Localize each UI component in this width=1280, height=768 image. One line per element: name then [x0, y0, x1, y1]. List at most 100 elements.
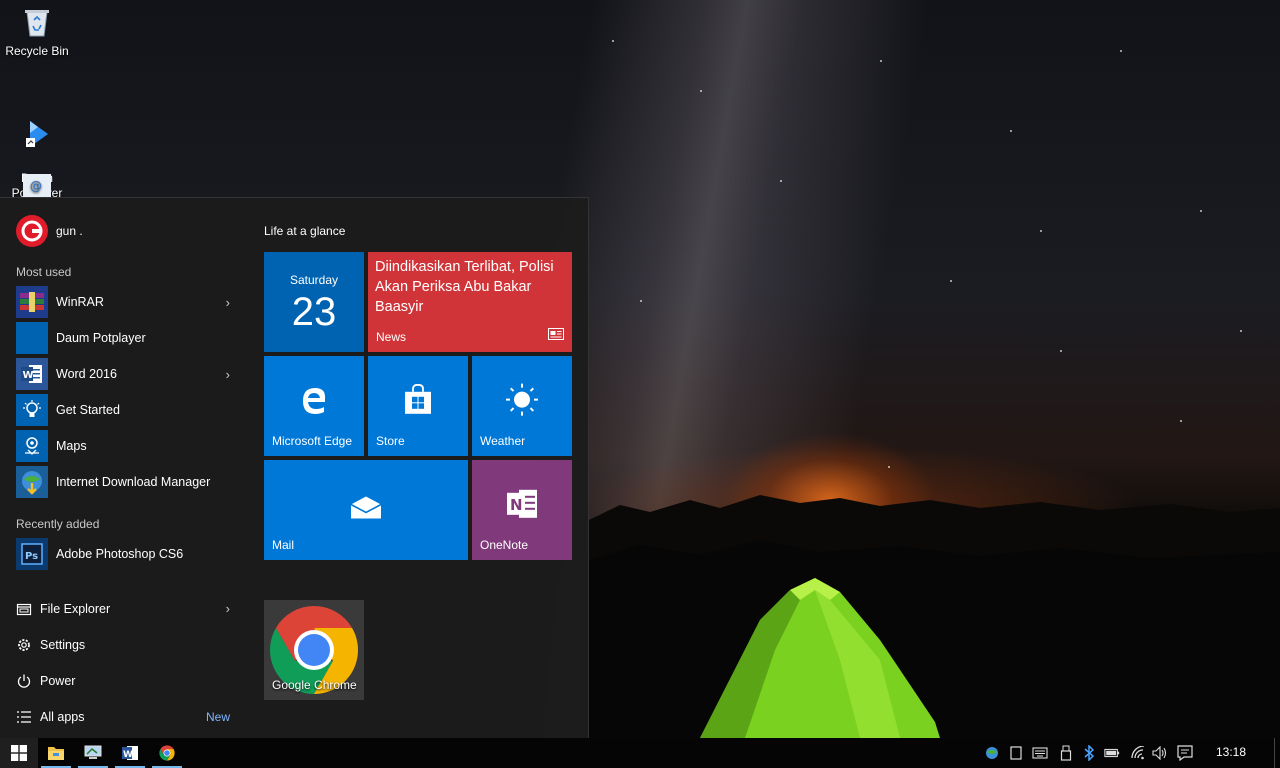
potplayer-icon — [0, 103, 74, 154]
taskbar-clock[interactable]: 13:18 — [1216, 745, 1246, 759]
taskbar-word[interactable]: W — [111, 738, 149, 768]
list-icon — [16, 709, 32, 725]
app-label: Internet Download Manager — [56, 475, 211, 489]
power-button[interactable]: Power — [16, 667, 232, 695]
star — [1040, 230, 1042, 232]
google-chrome-tile[interactable]: Google Chrome — [264, 600, 364, 700]
microsoft-edge-tile[interactable]: Microsoft Edge — [264, 356, 364, 456]
windows-logo-icon — [11, 745, 27, 761]
folder-icon — [48, 747, 64, 760]
star — [1120, 50, 1122, 52]
settings-label: Settings — [40, 638, 86, 652]
svg-text:N: N — [510, 496, 523, 514]
svg-text:W: W — [23, 370, 34, 381]
app-item-maps[interactable]: Maps — [16, 430, 232, 462]
chevron-right-icon[interactable]: › — [226, 295, 230, 310]
news-label: News — [376, 330, 407, 344]
file-explorer-label: File Explorer — [40, 602, 111, 616]
tray-bluetooth-icon[interactable] — [1081, 745, 1097, 761]
star — [888, 466, 890, 468]
recycle-bin-label: Recycle Bin — [5, 44, 69, 58]
onenote-icon: N — [505, 488, 539, 525]
chevron-right-icon[interactable]: › — [226, 601, 230, 616]
star — [700, 90, 702, 92]
show-desktop-button[interactable] — [1274, 738, 1280, 768]
word-icon: W — [122, 746, 138, 760]
svg-text:Ps: Ps — [25, 551, 38, 562]
calendar-tile[interactable]: Saturday 23 — [264, 252, 364, 352]
action-center-icon[interactable] — [1177, 745, 1193, 761]
computer-network-icon — [84, 745, 102, 759]
photoshop-icon: Ps — [16, 538, 48, 570]
power-label: Power — [40, 674, 76, 688]
tray-wifi-icon[interactable] — [1130, 745, 1146, 761]
star — [1180, 420, 1182, 422]
recycle-bin-desktop-icon[interactable]: Recycle Bin — [0, 6, 74, 59]
mail-envelope-icon — [350, 496, 382, 525]
all-apps-label: All apps — [40, 710, 85, 724]
app-item-winrar[interactable]: WinRAR › — [16, 286, 232, 318]
app-label: Word 2016 — [56, 367, 117, 381]
weather-label: Weather — [480, 434, 526, 448]
taskbar: W 13:18 — [0, 738, 1280, 768]
star — [780, 180, 782, 182]
calendar-day: Saturday — [289, 273, 339, 287]
taskbar-app-network[interactable] — [74, 738, 112, 768]
tray-tablet-icon[interactable] — [1008, 745, 1024, 761]
recycle-bin-icon — [0, 6, 74, 42]
start-button[interactable] — [0, 738, 38, 768]
user-name: gun . — [56, 224, 83, 238]
avatar — [16, 215, 48, 247]
tray-battery-icon[interactable] — [1104, 745, 1120, 761]
svg-text:W: W — [123, 750, 133, 760]
new-badge: New — [205, 710, 230, 724]
calendar-date: 23 — [291, 290, 337, 334]
tray-usb-drive-icon[interactable] — [1058, 745, 1074, 761]
chevron-right-icon[interactable]: › — [226, 367, 230, 382]
svg-text:@: @ — [30, 179, 42, 193]
lightbulb-icon — [16, 394, 48, 426]
start-menu: gun . Most used WinRAR › Daum Potplayer — [0, 197, 589, 738]
word-icon: W — [16, 358, 48, 390]
app-item-internet-download-manager[interactable]: Internet Download Manager — [16, 466, 232, 498]
onenote-label: OneNote — [480, 538, 529, 552]
app-item-get-started[interactable]: Get Started — [16, 394, 232, 426]
tray-keyboard-icon[interactable] — [1032, 745, 1048, 761]
all-apps-button[interactable]: All apps New — [16, 703, 232, 731]
store-bag-icon — [403, 383, 433, 421]
app-item-adobe-photoshop-cs6[interactable]: Ps Adobe Photoshop CS6 — [16, 538, 232, 570]
app-item-daum-potplayer[interactable]: Daum Potplayer — [16, 322, 232, 354]
app-label: Get Started — [56, 403, 120, 417]
user-account-button[interactable]: gun . — [16, 215, 83, 247]
news-headline: Diindikasikan Terlibat, Polisi Akan Peri… — [375, 259, 554, 315]
taskbar-file-explorer[interactable] — [37, 738, 75, 768]
sun-icon — [505, 383, 539, 422]
news-tile[interactable]: Diindikasikan Terlibat, Polisi Akan Peri… — [368, 252, 572, 352]
app-item-word-2016[interactable]: W Word 2016 › — [16, 358, 232, 390]
mail-label: Mail — [272, 538, 295, 552]
file-explorer-button[interactable]: File Explorer › — [16, 595, 232, 623]
onenote-tile[interactable]: N OneNote — [472, 460, 572, 560]
tray-idm-icon[interactable] — [984, 745, 1000, 761]
settings-button[interactable]: Settings — [16, 631, 232, 659]
taskbar-chrome[interactable] — [148, 738, 186, 768]
tray-volume-icon[interactable] — [1152, 745, 1168, 761]
star — [1240, 330, 1242, 332]
user-avatar-icon — [21, 220, 43, 242]
star — [640, 300, 642, 302]
star — [950, 280, 952, 282]
folder-icon — [16, 601, 32, 617]
star — [612, 40, 614, 42]
store-label: Store — [376, 434, 405, 448]
chrome-label: Google Chrome — [272, 678, 357, 692]
mail-tile[interactable]: Mail — [264, 460, 468, 560]
potplayer-icon — [16, 322, 48, 354]
maps-icon — [16, 430, 48, 462]
news-icon — [548, 327, 564, 345]
star — [1060, 350, 1062, 352]
idm-icon — [16, 466, 48, 498]
winrar-icon — [16, 286, 48, 318]
weather-tile[interactable]: Weather — [472, 356, 572, 456]
star — [880, 60, 882, 62]
store-tile[interactable]: Store — [368, 356, 468, 456]
